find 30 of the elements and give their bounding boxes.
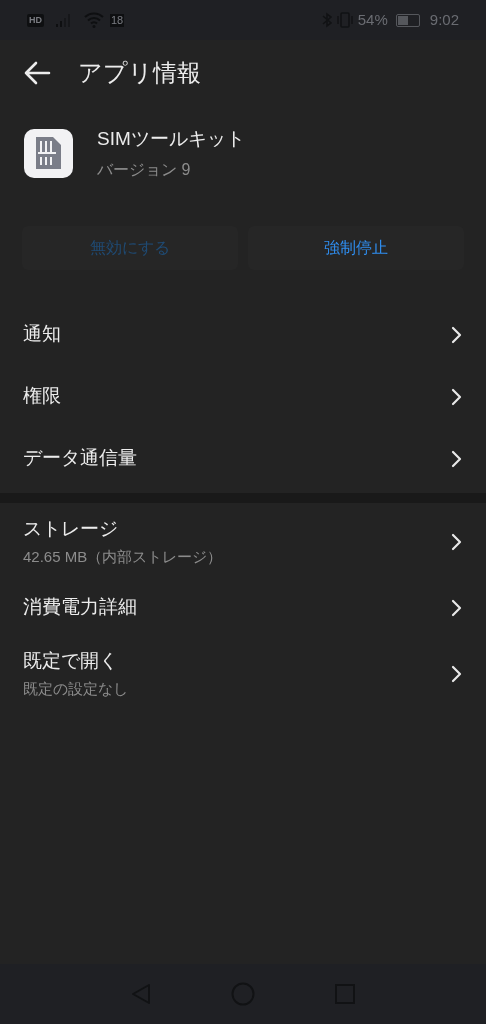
sim-badge: 18 <box>110 13 125 27</box>
settings-item[interactable]: 消費電力詳細 <box>0 576 486 639</box>
chevron-right-icon <box>451 325 463 344</box>
item-subtitle: 42.65 MB（内部ストレージ） <box>23 546 223 567</box>
clock: 9:02 <box>429 9 459 30</box>
item-title: 権限 <box>23 384 61 409</box>
chevron-right-icon <box>451 387 463 406</box>
chevron-right-icon <box>451 664 463 683</box>
app-name: SIMツールキット <box>97 127 245 151</box>
item-title: 既定で開く <box>23 649 119 673</box>
sim-card-icon <box>36 137 61 170</box>
settings-item[interactable]: ストレージ 42.65 MB（内部ストレージ） <box>0 506 486 577</box>
settings-item[interactable]: 権限 <box>0 365 486 428</box>
page-title: アプリ情報 <box>78 58 201 88</box>
battery-percent: 54% <box>357 9 388 30</box>
settings-item[interactable]: 既定で開く 既定の設定なし <box>0 638 486 709</box>
settings-item[interactable]: 通知 <box>0 303 486 366</box>
hd-badge: HD <box>27 13 44 27</box>
back-arrow-icon <box>23 61 51 85</box>
chevron-right-icon <box>451 532 463 551</box>
item-title: ストレージ <box>23 517 119 541</box>
battery-icon <box>395 13 420 27</box>
app-version: バージョン 9 <box>97 159 192 180</box>
item-title: 通知 <box>23 322 61 347</box>
chevron-right-icon <box>451 598 463 617</box>
item-subtitle: 既定の設定なし <box>23 678 128 699</box>
item-title: データ通信量 <box>23 446 137 471</box>
chevron-right-icon <box>451 449 463 468</box>
settings-item[interactable]: データ通信量 <box>0 427 486 490</box>
item-title: 消費電力詳細 <box>23 595 137 620</box>
